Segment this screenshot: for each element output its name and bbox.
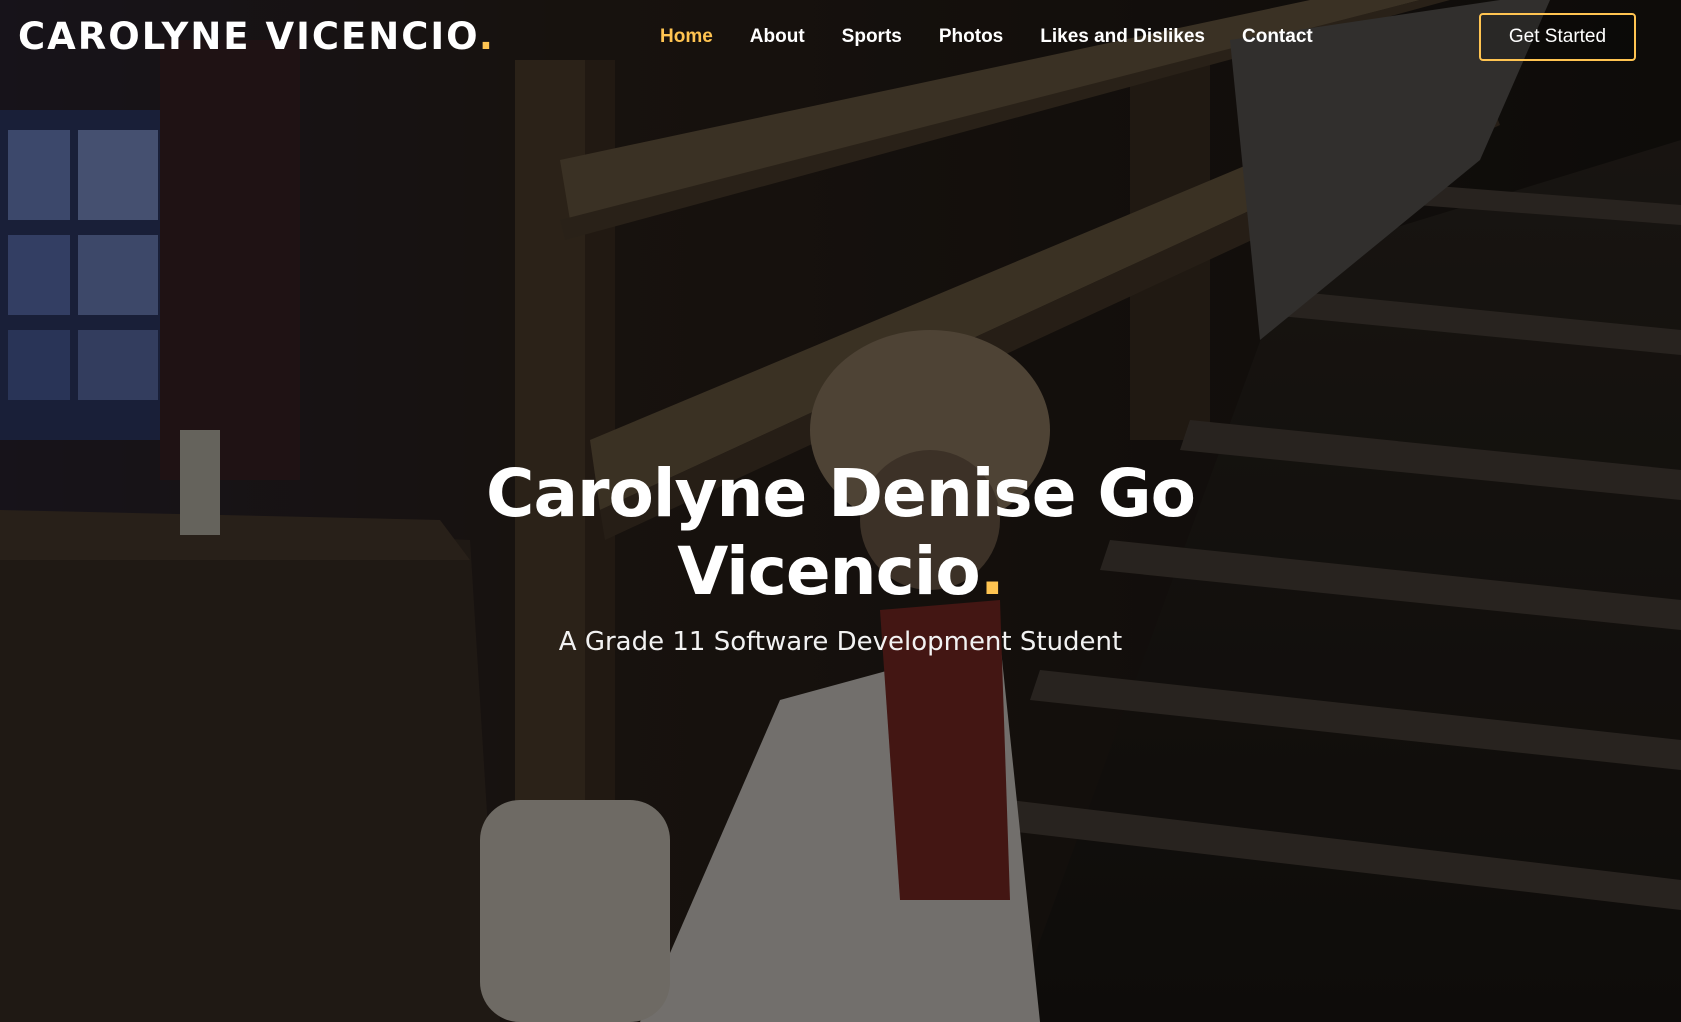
nav-likes-and-dislikes[interactable]: Likes and Dislikes (1040, 26, 1205, 48)
hero-title: Carolyne Denise Go Vicencio. (461, 455, 1221, 611)
nav-sports[interactable]: Sports (842, 26, 902, 48)
page: CAROLYNE VICENCIO. Home About Sports Pho… (0, 0, 1681, 1022)
main-nav: Home About Sports Photos Likes and Disli… (660, 22, 1313, 52)
get-started-button[interactable]: Get Started (1479, 13, 1636, 61)
logo-accent-dot: . (478, 15, 495, 58)
logo-text: CAROLYNE VICENCIO (18, 15, 479, 58)
nav-photos[interactable]: Photos (939, 26, 1003, 48)
hero-section: Carolyne Denise Go Vicencio. A Grade 11 … (0, 455, 1681, 659)
hero-title-accent-dot: . (979, 533, 1005, 610)
nav-home[interactable]: Home (660, 26, 713, 48)
nav-contact[interactable]: Contact (1242, 26, 1313, 48)
hero-title-text: Carolyne Denise Go Vicencio (486, 455, 1196, 610)
hero-subtitle: A Grade 11 Software Development Student (558, 627, 1123, 657)
site-logo[interactable]: CAROLYNE VICENCIO. (18, 14, 495, 60)
nav-about[interactable]: About (750, 26, 805, 48)
site-header: CAROLYNE VICENCIO. Home About Sports Pho… (0, 0, 1681, 74)
